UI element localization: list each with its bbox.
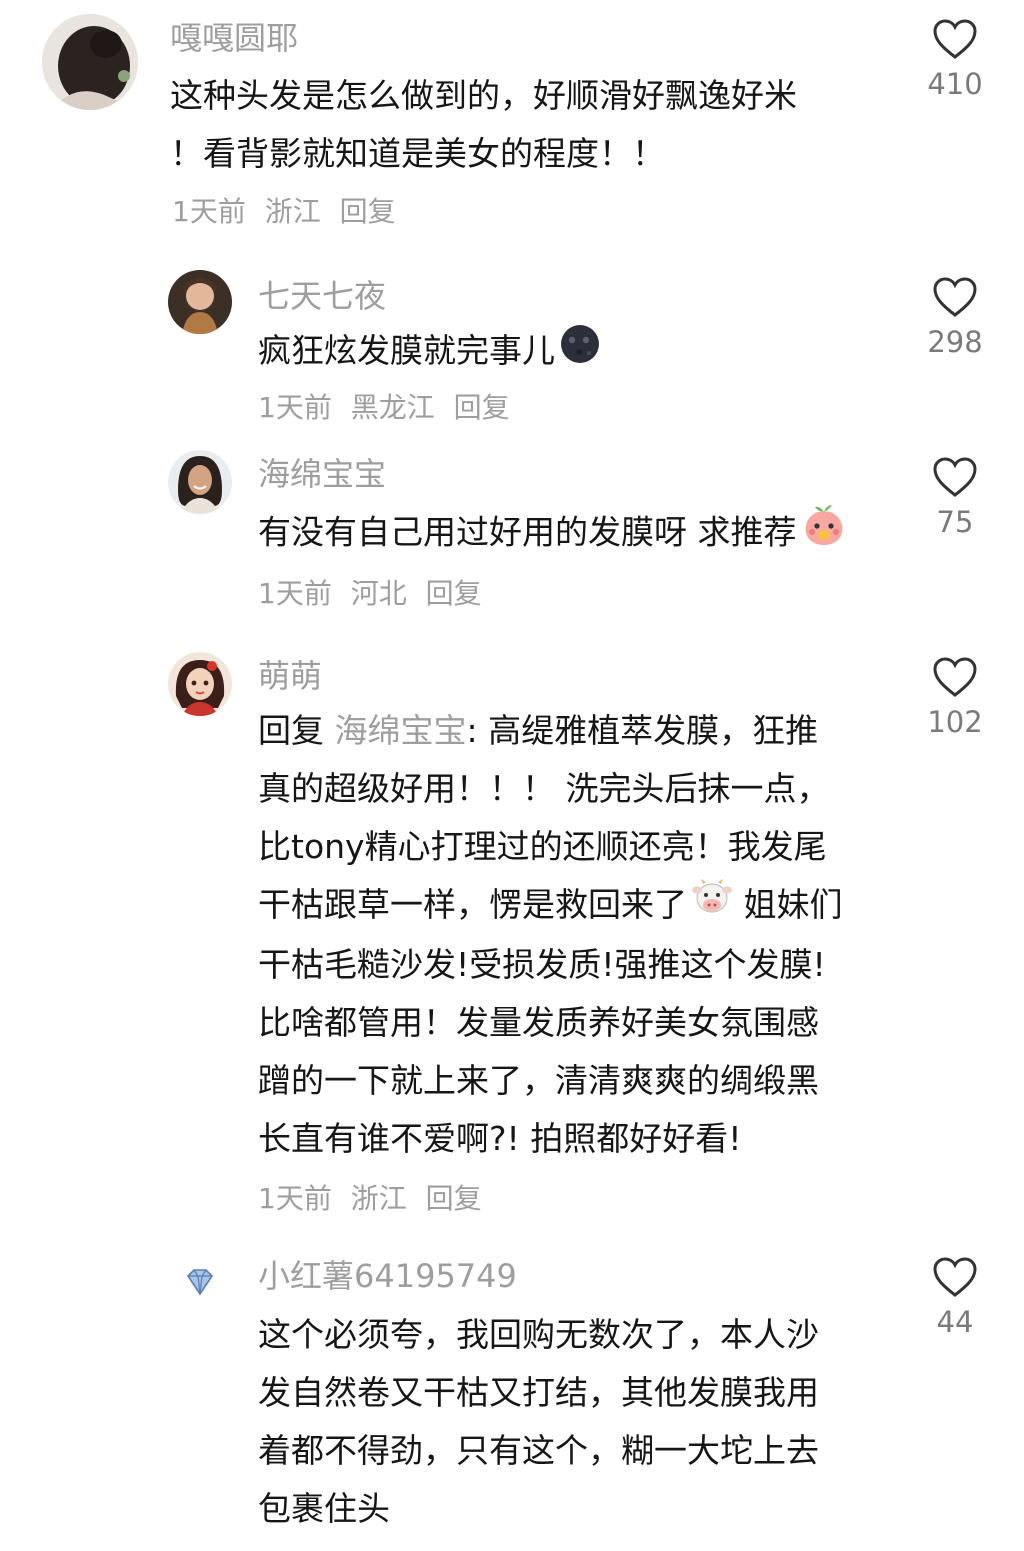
comment-line: 蹭的一下就上来了，清清爽爽的绸缎黑: [258, 1060, 819, 1100]
comment-item: 海绵宝宝 有没有自己用过好用的发膜呀 求推荐 1天前 河北 回复 75: [0, 440, 1024, 630]
cartoon-girl-avatar-icon: [168, 652, 232, 716]
comment-meta: 1天前 河北 回复: [258, 576, 492, 612]
reply-prefix: 回复: [258, 711, 324, 750]
like-button[interactable]: 410: [920, 18, 990, 102]
comment-meta: 1天前 浙江 回复: [172, 194, 406, 230]
comment-meta: 1天前 浙江 回复: [258, 1181, 492, 1217]
comment-text: 这种头发是怎么做到的，好顺滑好飘逸好米 ！看背影就知道是美女的程度！！: [170, 67, 797, 183]
heart-icon: [933, 19, 977, 59]
peach-face-emoji: [801, 502, 847, 566]
comment-line: 包裹住头: [258, 1489, 390, 1528]
like-count: 102: [927, 705, 983, 739]
username[interactable]: 七天七夜: [258, 276, 386, 316]
heart-icon: [933, 1257, 977, 1297]
comment-text: 这个必须夸，我回购无数次了，本人沙 发自然卷又干枯又打结，其他发膜我用 着都不得…: [258, 1306, 819, 1538]
like-count: 298: [927, 325, 983, 359]
comment-item: 七天七夜 疯狂炫发膜就完事儿 1天前 黑龙江 回复 298: [0, 260, 1024, 440]
comment-line: ！看背影就知道是美女的程度！！: [170, 134, 665, 173]
reply-button[interactable]: 回复: [454, 391, 510, 424]
location: 黑龙江: [350, 391, 435, 424]
heart-icon: [933, 457, 977, 497]
woman-back-hair-avatar-icon: [42, 14, 138, 110]
comment-line: 发自然卷又干枯又打结，其他发膜我用: [258, 1373, 819, 1412]
timestamp: 1天前: [258, 391, 332, 424]
comment-line: 比啥都管用！发量发质养好美女氛围感: [258, 1002, 819, 1042]
cow-face-emoji: [691, 878, 733, 936]
comment-text: 回复 海绵宝宝: 高缇雅植萃发膜，狂推 真的超级好用！！！ 洗完头后抹一点， 比…: [258, 702, 843, 1168]
reply-button[interactable]: 回复: [426, 1182, 482, 1215]
user-avatar[interactable]: [42, 14, 138, 110]
location: 浙江: [264, 195, 321, 228]
comment-line: 这个必须夸，我回购无数次了，本人沙: [258, 1315, 819, 1354]
username[interactable]: 嘎嘎圆耶: [170, 18, 298, 58]
like-button[interactable]: 298: [920, 276, 990, 360]
smiling-woman-avatar-icon: [168, 450, 232, 514]
reply-to-username[interactable]: 海绵宝宝: [335, 711, 467, 750]
location: 浙江: [350, 1182, 407, 1215]
like-button[interactable]: 44: [920, 1256, 990, 1340]
comment-line: 疯狂炫发膜就完事儿: [258, 331, 555, 370]
comment-line: 姐妹们: [733, 885, 843, 924]
user-avatar[interactable]: [168, 652, 232, 716]
comment-item: 嘎嘎圆耶 这种头发是怎么做到的，好顺滑好飘逸好米 ！看背影就知道是美女的程度！！…: [0, 0, 1024, 250]
user-avatar[interactable]: [168, 450, 232, 514]
comment-text: 疯狂炫发膜就完事儿: [258, 322, 601, 383]
heart-icon: [933, 277, 977, 317]
comment-line: 这种头发是怎么做到的，好顺滑好飘逸好米: [170, 76, 797, 115]
location: 河北: [350, 577, 407, 610]
comment-line: 干枯毛糙沙发!受损发质!强推这个发膜!: [258, 944, 826, 984]
like-count: 75: [936, 505, 974, 539]
username[interactable]: 海绵宝宝: [258, 454, 386, 494]
comment-item: 萌萌 回复 海绵宝宝: 高缇雅植萃发膜，狂推 真的超级好用！！！ 洗完头后抹一点…: [0, 640, 1024, 1230]
comment-item: 小红薯64195749 这个必须夸，我回购无数次了，本人沙 发自然卷又干枯又打结…: [0, 1240, 1024, 1551]
comment-line: 长直有谁不爱啊?! 拍照都好好看!: [258, 1118, 742, 1158]
comment-text: 有没有自己用过好用的发膜呀 求推荐: [258, 502, 847, 566]
user-avatar[interactable]: [168, 270, 232, 334]
timestamp: 1天前: [172, 195, 246, 228]
like-button[interactable]: 102: [920, 656, 990, 740]
new-moon-face-emoji: [559, 323, 601, 383]
reply-button[interactable]: 回复: [426, 577, 482, 610]
heart-icon: [933, 657, 977, 697]
timestamp: 1天前: [258, 1182, 332, 1215]
diamond-icon: [168, 1252, 232, 1316]
reply-button[interactable]: 回复: [340, 195, 396, 228]
comment-line: : 高缇雅植萃发膜，狂推: [466, 711, 819, 750]
comment-meta: 1天前 黑龙江 回复: [258, 390, 520, 426]
user-avatar[interactable]: [168, 1252, 232, 1316]
comment-line: 有没有自己用过好用的发膜呀 求推荐: [258, 512, 797, 552]
comment-line: 着都不得劲，只有这个，糊一大坨上去: [258, 1431, 819, 1470]
username[interactable]: 萌萌: [258, 656, 322, 696]
timestamp: 1天前: [258, 577, 332, 610]
like-button[interactable]: 75: [920, 456, 990, 540]
comment-line: 干枯跟草一样，愣是救回来了: [258, 885, 687, 924]
comment-line: 真的超级好用！！！ 洗完头后抹一点，: [258, 769, 830, 808]
like-count: 44: [936, 1305, 974, 1339]
like-count: 410: [927, 67, 983, 101]
comment-line: 比tony精心打理过的还顺还亮！我发尾: [258, 827, 827, 866]
username[interactable]: 小红薯64195749: [258, 1256, 517, 1296]
child-avatar-icon: [168, 270, 232, 334]
